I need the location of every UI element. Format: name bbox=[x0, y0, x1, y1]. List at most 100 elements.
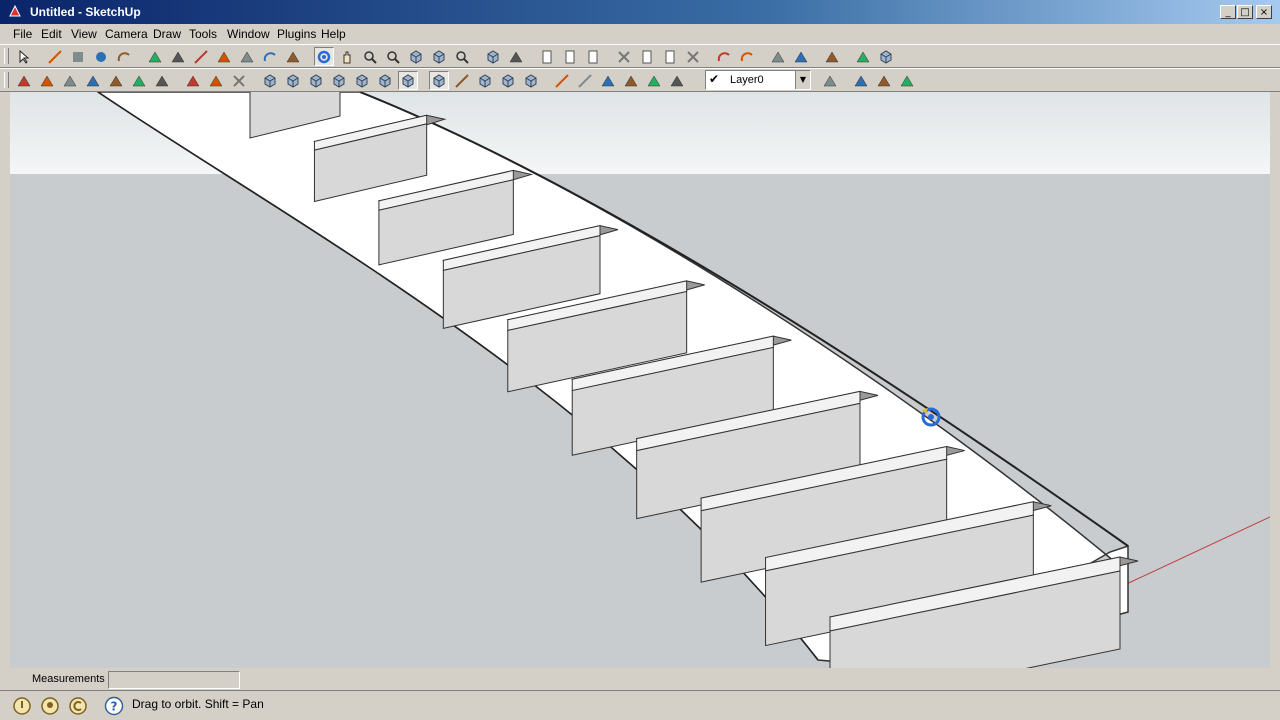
add-detail-button[interactable] bbox=[129, 71, 149, 90]
move-button[interactable] bbox=[237, 47, 257, 66]
section-plane-button[interactable] bbox=[183, 71, 203, 90]
flip-edge-icon bbox=[155, 75, 169, 86]
cut-button[interactable] bbox=[614, 47, 634, 66]
zoom-extents-button[interactable] bbox=[383, 47, 403, 66]
line-button[interactable] bbox=[45, 47, 65, 66]
warehouse-button[interactable] bbox=[822, 47, 842, 66]
layer-manager-button[interactable] bbox=[820, 71, 840, 90]
menu-plugins[interactable]: Plugins bbox=[274, 26, 319, 42]
fog-button[interactable] bbox=[874, 71, 894, 90]
measurements-input[interactable] bbox=[108, 671, 240, 689]
redo-button[interactable] bbox=[737, 47, 757, 66]
hidden-line-button[interactable] bbox=[452, 71, 472, 90]
dimension-icon bbox=[578, 73, 592, 88]
shadow-button[interactable] bbox=[851, 71, 871, 90]
circle-button[interactable] bbox=[91, 47, 111, 66]
rotate-button[interactable] bbox=[260, 47, 280, 66]
textured-button[interactable] bbox=[498, 71, 518, 90]
sandbox-from-contours-button[interactable] bbox=[14, 71, 34, 90]
section-display-button[interactable] bbox=[206, 71, 226, 90]
user-account-icon[interactable] bbox=[68, 696, 88, 716]
next-view-button[interactable] bbox=[429, 47, 449, 66]
geo-location-icon[interactable] bbox=[12, 696, 32, 716]
3d-text-button[interactable] bbox=[667, 71, 687, 90]
iso-view-button[interactable] bbox=[260, 71, 280, 90]
menu-tools[interactable]: Tools bbox=[186, 26, 220, 42]
menu-window[interactable]: Window bbox=[224, 26, 273, 42]
tape-measure-button[interactable] bbox=[191, 47, 211, 66]
monochrome-button[interactable] bbox=[521, 71, 541, 90]
text-button[interactable] bbox=[621, 71, 641, 90]
axes-button[interactable] bbox=[644, 71, 664, 90]
offset-button[interactable] bbox=[283, 47, 303, 66]
components-button[interactable] bbox=[483, 47, 503, 66]
section-cut-button[interactable] bbox=[229, 71, 249, 90]
sandbox-from-scratch-button[interactable] bbox=[37, 71, 57, 90]
drawing-viewport[interactable] bbox=[10, 92, 1270, 668]
soften-button[interactable] bbox=[897, 71, 917, 90]
help-icon[interactable]: ? bbox=[104, 696, 124, 716]
arc-button[interactable] bbox=[114, 47, 134, 66]
toolbar-grip[interactable] bbox=[4, 72, 9, 88]
credits-icon[interactable] bbox=[40, 696, 60, 716]
previous-view-button[interactable] bbox=[406, 47, 426, 66]
save-file-button[interactable] bbox=[583, 47, 603, 66]
pan-icon bbox=[343, 51, 351, 63]
dimension-button[interactable] bbox=[575, 71, 595, 90]
top-view-button[interactable] bbox=[283, 71, 303, 90]
menu-bar: File Edit View Camera Draw Tools Window Plugins… bbox=[0, 24, 1280, 44]
zoom-button[interactable] bbox=[360, 47, 380, 66]
rectangle-button[interactable] bbox=[68, 47, 88, 66]
menu-file[interactable]: File bbox=[10, 26, 35, 42]
new-file-button[interactable] bbox=[537, 47, 557, 66]
toolbar-grip[interactable] bbox=[4, 48, 9, 64]
copy-icon bbox=[642, 50, 652, 63]
copy-button[interactable] bbox=[637, 47, 657, 66]
wireframe-button[interactable] bbox=[429, 71, 449, 90]
drape-button[interactable] bbox=[106, 71, 126, 90]
model-info-button[interactable] bbox=[791, 47, 811, 66]
delete-button[interactable] bbox=[683, 47, 703, 66]
minimize-button[interactable]: _ bbox=[1220, 5, 1236, 19]
orbit-button[interactable] bbox=[314, 47, 334, 66]
textured-icon bbox=[502, 73, 514, 88]
xray-icon bbox=[402, 73, 414, 88]
rotate-icon bbox=[263, 51, 276, 61]
print-button[interactable] bbox=[768, 47, 788, 66]
menu-camera[interactable]: Camera bbox=[102, 26, 151, 42]
menu-edit[interactable]: Edit bbox=[38, 26, 65, 42]
pan-button[interactable] bbox=[337, 47, 357, 66]
menu-view[interactable]: View bbox=[68, 26, 100, 42]
undo-button[interactable] bbox=[714, 47, 734, 66]
layer-dropdown[interactable]: ✔ Layer0 ▼ bbox=[705, 70, 811, 90]
shaded-button[interactable] bbox=[475, 71, 495, 90]
paint-bucket-button[interactable] bbox=[168, 47, 188, 66]
xray-button[interactable] bbox=[398, 71, 418, 90]
dynamic-component-button[interactable] bbox=[876, 47, 896, 66]
push-pull-button[interactable] bbox=[214, 47, 234, 66]
maximize-button[interactable]: □ bbox=[1237, 5, 1253, 19]
back-view-button[interactable] bbox=[352, 71, 372, 90]
left-view-button[interactable] bbox=[375, 71, 395, 90]
close-button[interactable]: × bbox=[1256, 5, 1272, 19]
share-button[interactable] bbox=[853, 47, 873, 66]
menu-draw[interactable]: Draw bbox=[150, 26, 184, 42]
stamp-button[interactable] bbox=[83, 71, 103, 90]
flip-edge-button[interactable] bbox=[152, 71, 172, 90]
front-view-button[interactable] bbox=[306, 71, 326, 90]
chevron-down-icon[interactable]: ▼ bbox=[795, 71, 810, 89]
zoom-extents-icon bbox=[387, 50, 400, 64]
eraser-button[interactable] bbox=[145, 47, 165, 66]
right-view-button[interactable] bbox=[329, 71, 349, 90]
open-file-button[interactable] bbox=[560, 47, 580, 66]
smoove-button[interactable] bbox=[60, 71, 80, 90]
right-view-icon bbox=[333, 73, 345, 88]
tape-button[interactable] bbox=[552, 71, 572, 90]
select-button[interactable] bbox=[14, 47, 34, 66]
zoom-window-button[interactable] bbox=[452, 47, 472, 66]
materials-button[interactable] bbox=[506, 47, 526, 66]
menu-help[interactable]: Help bbox=[318, 26, 349, 42]
orbit-cursor-icon bbox=[921, 407, 941, 427]
paste-button[interactable] bbox=[660, 47, 680, 66]
protractor-button[interactable] bbox=[598, 71, 618, 90]
